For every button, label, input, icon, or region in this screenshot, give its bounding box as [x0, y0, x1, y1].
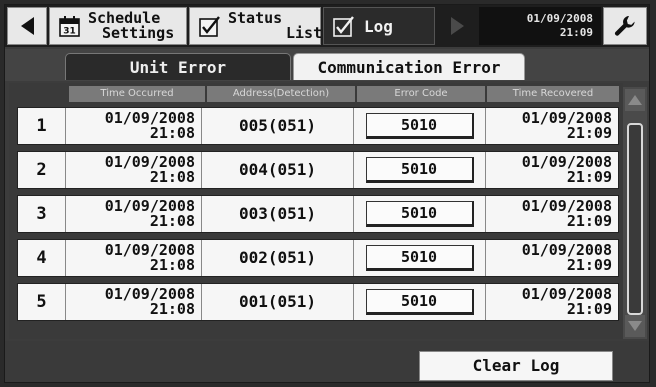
- header-address: Address(Detection): [207, 86, 355, 102]
- checkbox-icon: [333, 16, 354, 37]
- occurred-time: 21:08: [149, 256, 195, 274]
- table-row: 3 01/09/2008 21:08 003(051) 5010 01/09/2…: [17, 195, 619, 233]
- recovered-time: 21:09: [566, 212, 612, 230]
- error-code-button[interactable]: 5010: [365, 245, 474, 271]
- tab-status-line2: List: [286, 24, 323, 42]
- occurred-time: 21:08: [149, 300, 195, 318]
- recovered-time: 21:09: [566, 168, 612, 186]
- tab-log[interactable]: Log: [323, 7, 435, 45]
- settings-button[interactable]: [603, 7, 647, 45]
- tab-schedule-line2: Settings: [102, 24, 175, 42]
- header-time-occurred: Time Occurred: [69, 86, 205, 102]
- scroll-up-icon: [628, 95, 642, 105]
- forward-button[interactable]: [437, 7, 477, 45]
- address-cell: 001(051): [202, 284, 354, 320]
- recovered-time: 21:09: [566, 256, 612, 274]
- tab-status-list[interactable]: Status List: [189, 7, 322, 45]
- scroll-down-button[interactable]: [625, 315, 645, 337]
- tab-schedule-label: Schedule Settings: [88, 11, 174, 41]
- checkbox-icon: [199, 16, 220, 37]
- time-recovered: 01/09/2008 21:09: [486, 152, 618, 188]
- occurred-time: 21:08: [149, 212, 195, 230]
- table-row: 1 01/09/2008 21:08 005(051) 5010 01/09/2…: [17, 107, 619, 145]
- time-occurred: 01/09/2008 21:08: [66, 108, 202, 144]
- log-screen: 31 Schedule Settings Status List Log 01/…: [4, 4, 650, 383]
- calendar-icon: 31: [59, 16, 80, 37]
- triangle-left-icon: [20, 17, 34, 35]
- address-cell: 003(051): [202, 196, 354, 232]
- subtab-communication-error[interactable]: Communication Error: [293, 53, 525, 80]
- error-code-cell: 5010: [354, 196, 486, 232]
- scrollbar[interactable]: [623, 87, 647, 339]
- error-code-button[interactable]: 5010: [365, 157, 474, 183]
- row-number: 1: [18, 108, 66, 144]
- row-number: 2: [18, 152, 66, 188]
- occurred-time: 21:08: [149, 168, 195, 186]
- error-code-cell: 5010: [354, 240, 486, 276]
- clock-display: 01/09/2008 21:09: [479, 7, 601, 45]
- address-cell: 002(051): [202, 240, 354, 276]
- subtab-unit-error[interactable]: Unit Error: [65, 53, 291, 80]
- recovered-time: 21:09: [566, 124, 612, 142]
- error-code-button[interactable]: 5010: [365, 201, 474, 227]
- address-cell: 005(051): [202, 108, 354, 144]
- top-bar: 31 Schedule Settings Status List Log 01/…: [5, 5, 649, 47]
- footer-bar: Clear Log: [5, 341, 649, 382]
- tab-status-label: Status List: [228, 11, 322, 41]
- row-number: 5: [18, 284, 66, 320]
- scroll-thumb[interactable]: [627, 123, 643, 315]
- svg-text:31: 31: [63, 27, 76, 37]
- clock-time: 21:09: [559, 26, 593, 39]
- clock-date: 01/09/2008: [526, 12, 593, 25]
- scroll-up-button[interactable]: [625, 89, 645, 111]
- clear-log-button[interactable]: Clear Log: [419, 351, 613, 381]
- subtab-bar: Unit Error Communication Error: [5, 49, 649, 81]
- error-code-button[interactable]: 5010: [365, 113, 474, 139]
- address-cell: 004(051): [202, 152, 354, 188]
- time-occurred: 01/09/2008 21:08: [66, 240, 202, 276]
- header-time-recovered: Time Recovered: [487, 86, 619, 102]
- time-occurred: 01/09/2008 21:08: [66, 196, 202, 232]
- occurred-time: 21:08: [149, 124, 195, 142]
- tab-schedule-settings[interactable]: 31 Schedule Settings: [49, 7, 187, 45]
- time-recovered: 01/09/2008 21:09: [486, 284, 618, 320]
- wrench-icon: [614, 16, 635, 36]
- error-code-cell: 5010: [354, 152, 486, 188]
- table-row: 4 01/09/2008 21:08 002(051) 5010 01/09/2…: [17, 239, 619, 277]
- table-row: 5 01/09/2008 21:08 001(051) 5010 01/09/2…: [17, 283, 619, 321]
- table-header: Time Occurred Address(Detection) Error C…: [9, 86, 619, 102]
- triangle-right-icon: [450, 17, 464, 35]
- recovered-time: 21:09: [566, 300, 612, 318]
- back-button[interactable]: [7, 7, 47, 45]
- error-code-cell: 5010: [354, 284, 486, 320]
- error-table: Time Occurred Address(Detection) Error C…: [9, 83, 623, 339]
- time-occurred: 01/09/2008 21:08: [66, 284, 202, 320]
- row-number: 3: [18, 196, 66, 232]
- time-recovered: 01/09/2008 21:09: [486, 196, 618, 232]
- error-code-cell: 5010: [354, 108, 486, 144]
- time-recovered: 01/09/2008 21:09: [486, 240, 618, 276]
- row-number: 4: [18, 240, 66, 276]
- header-error-code: Error Code: [357, 86, 485, 102]
- scroll-down-icon: [628, 321, 642, 331]
- tab-log-label: Log: [364, 16, 393, 36]
- time-recovered: 01/09/2008 21:09: [486, 108, 618, 144]
- time-occurred: 01/09/2008 21:08: [66, 152, 202, 188]
- error-code-button[interactable]: 5010: [365, 289, 474, 315]
- table-row: 2 01/09/2008 21:08 004(051) 5010 01/09/2…: [17, 151, 619, 189]
